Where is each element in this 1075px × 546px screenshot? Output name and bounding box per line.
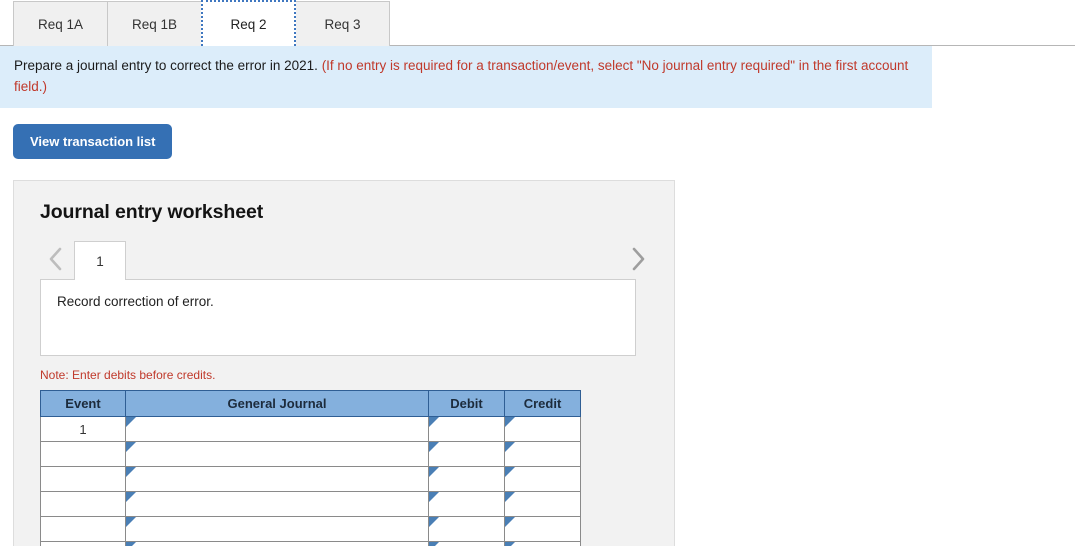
event-cell — [41, 442, 126, 467]
worksheet-description-box: Record correction of error. — [40, 279, 636, 356]
debits-before-credits-note: Note: Enter debits before credits. — [40, 356, 648, 390]
requirement-tab-strip: Req 1A Req 1B Req 2 Req 3 — [0, 0, 1075, 46]
view-transaction-list-button[interactable]: View transaction list — [13, 124, 172, 159]
table-row — [41, 492, 581, 517]
requirement-tabs: Req 1A Req 1B Req 2 Req 3 — [13, 0, 1075, 46]
debit-input[interactable] — [429, 492, 505, 517]
chevron-left-icon[interactable] — [40, 238, 70, 280]
instruction-text: Prepare a journal entry to correct the e… — [14, 58, 318, 73]
worksheet-page-tab-1[interactable]: 1 — [74, 241, 126, 280]
column-header-credit: Credit — [505, 391, 581, 417]
toolbar: View transaction list — [0, 108, 1075, 159]
tab-req-1a[interactable]: Req 1A — [13, 1, 108, 46]
credit-input[interactable] — [505, 417, 581, 442]
page-title: Journal entry worksheet — [40, 201, 648, 224]
table-row — [41, 517, 581, 542]
general-journal-input[interactable] — [126, 417, 429, 442]
tab-req-1b[interactable]: Req 1B — [107, 1, 202, 46]
tab-label: Req 2 — [230, 17, 266, 32]
worksheet-description-text: Record correction of error. — [57, 294, 214, 309]
general-journal-input[interactable] — [126, 542, 429, 546]
table-header-row: Event General Journal Debit Credit — [41, 391, 581, 417]
table-row — [41, 542, 581, 546]
column-header-debit: Debit — [429, 391, 505, 417]
worksheet-page-label: 1 — [96, 254, 104, 269]
credit-input[interactable] — [505, 542, 581, 546]
table-row — [41, 467, 581, 492]
journal-entry-worksheet-panel: Journal entry worksheet 1 Record correct… — [13, 180, 675, 546]
credit-input[interactable] — [505, 492, 581, 517]
column-header-general-journal: General Journal — [126, 391, 429, 417]
tab-label: Req 1A — [38, 17, 83, 32]
tab-req-2[interactable]: Req 2 — [201, 0, 296, 46]
column-header-event: Event — [41, 391, 126, 417]
debit-input[interactable] — [429, 442, 505, 467]
general-journal-input[interactable] — [126, 467, 429, 492]
event-cell — [41, 492, 126, 517]
tab-label: Req 3 — [324, 17, 360, 32]
credit-input[interactable] — [505, 442, 581, 467]
table-row — [41, 442, 581, 467]
worksheet-pager: 1 — [40, 238, 648, 280]
event-cell — [41, 517, 126, 542]
journal-entry-table: Event General Journal Debit Credit 1 — [40, 390, 581, 546]
event-cell — [41, 467, 126, 492]
debit-input[interactable] — [429, 517, 505, 542]
debit-input[interactable] — [429, 467, 505, 492]
table-row: 1 — [41, 417, 581, 442]
debit-input[interactable] — [429, 417, 505, 442]
credit-input[interactable] — [505, 467, 581, 492]
credit-input[interactable] — [505, 517, 581, 542]
general-journal-input[interactable] — [126, 517, 429, 542]
chevron-right-icon[interactable] — [622, 238, 652, 280]
tab-label: Req 1B — [132, 17, 177, 32]
tab-req-3[interactable]: Req 3 — [295, 1, 390, 46]
event-cell — [41, 542, 126, 546]
debit-input[interactable] — [429, 542, 505, 546]
general-journal-input[interactable] — [126, 442, 429, 467]
general-journal-input[interactable] — [126, 492, 429, 517]
event-cell: 1 — [41, 417, 126, 442]
instruction-banner: Prepare a journal entry to correct the e… — [0, 46, 932, 108]
